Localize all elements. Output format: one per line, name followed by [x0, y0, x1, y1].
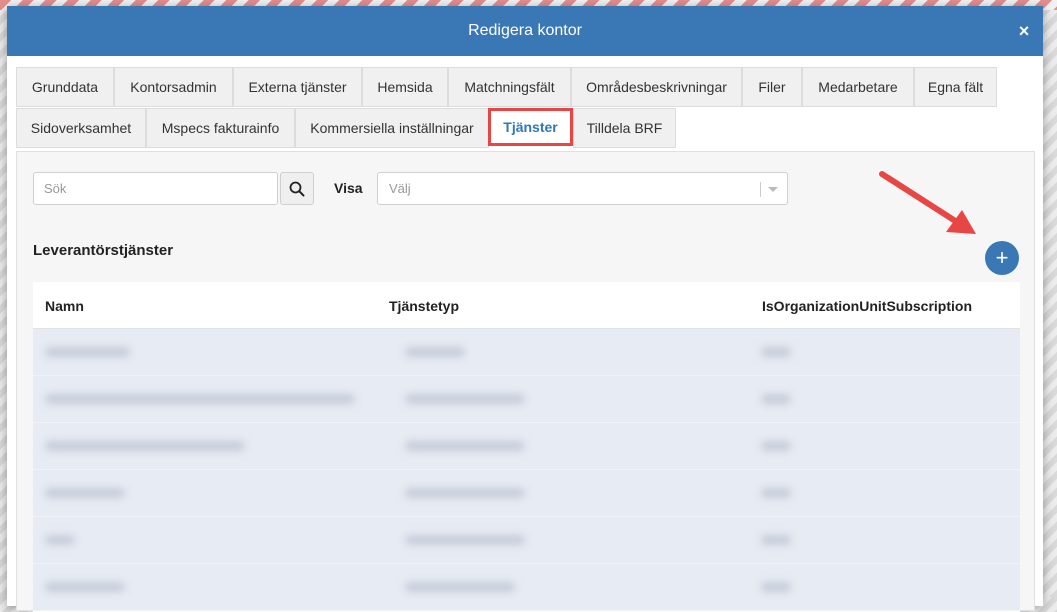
tab-row-2: Sidoverksamhet Mspecs fakturainfo Kommer… [16, 108, 1035, 149]
visa-select[interactable]: Välj [377, 172, 788, 205]
chevron-down-icon [768, 187, 778, 192]
select-separator [760, 182, 761, 197]
modal-header: Redigera kontor × [7, 6, 1043, 56]
table-row[interactable] [33, 470, 1020, 517]
visa-select-value: Välj [389, 181, 411, 196]
search-icon [289, 181, 305, 196]
column-header-namn: Namn [45, 298, 84, 314]
tab-filer[interactable]: Filer [742, 67, 802, 107]
tab-grunddata[interactable]: Grunddata [16, 67, 114, 107]
table-header: Namn Tjänstetyp IsOrganizationUnitSubscr… [33, 282, 1020, 329]
table-row[interactable] [33, 329, 1020, 376]
visa-label: Visa [334, 180, 363, 196]
section-title: Leverantörstjänster [33, 242, 174, 259]
tab-medarbetare[interactable]: Medarbetare [802, 67, 914, 107]
tab-mspecs-fakturainfo[interactable]: Mspecs fakturainfo [146, 108, 295, 148]
table-row[interactable] [33, 517, 1020, 564]
modal-content: Grunddata Kontorsadmin Externa tjänster … [16, 67, 1035, 612]
tab-tilldela-brf[interactable]: Tilldela BRF [573, 108, 676, 148]
tab-hemsida[interactable]: Hemsida [362, 67, 448, 107]
table-row[interactable] [33, 564, 1020, 611]
plus-icon: + [995, 245, 1009, 270]
tab-row-1: Grunddata Kontorsadmin Externa tjänster … [16, 67, 1035, 108]
close-button[interactable]: × [1015, 22, 1033, 40]
tab-kontorsadmin[interactable]: Kontorsadmin [114, 67, 233, 107]
tab-tjanster[interactable]: Tjänster [488, 108, 573, 146]
edit-office-modal: Redigera kontor × Grunddata Kontorsadmin… [7, 6, 1043, 612]
search-button[interactable] [280, 172, 314, 205]
services-table: Namn Tjänstetyp IsOrganizationUnitSubscr… [33, 282, 1020, 612]
table-row[interactable] [33, 376, 1020, 423]
annotation-arrow-icon [879, 171, 976, 234]
tab-externa-tjanster[interactable]: Externa tjänster [233, 67, 362, 107]
tab-omradesbeskrivningar[interactable]: Områdesbeskrivningar [571, 67, 742, 107]
tab-sidoverksamhet[interactable]: Sidoverksamhet [16, 108, 146, 148]
tab-egna-falt[interactable]: Egna fält [914, 67, 997, 107]
add-service-button[interactable]: + [985, 241, 1019, 275]
column-header-isorganizationunitsubscription: IsOrganizationUnitSubscription [762, 298, 973, 314]
tab-matchningsfalt[interactable]: Matchningsfält [448, 67, 571, 107]
modal-title: Redigera kontor [468, 22, 582, 39]
search-input[interactable] [33, 172, 278, 205]
column-header-tjanstetyp: Tjänstetyp [389, 298, 460, 314]
table-row[interactable] [33, 423, 1020, 470]
tab-kommersiella-installningar[interactable]: Kommersiella inställningar [295, 108, 489, 148]
